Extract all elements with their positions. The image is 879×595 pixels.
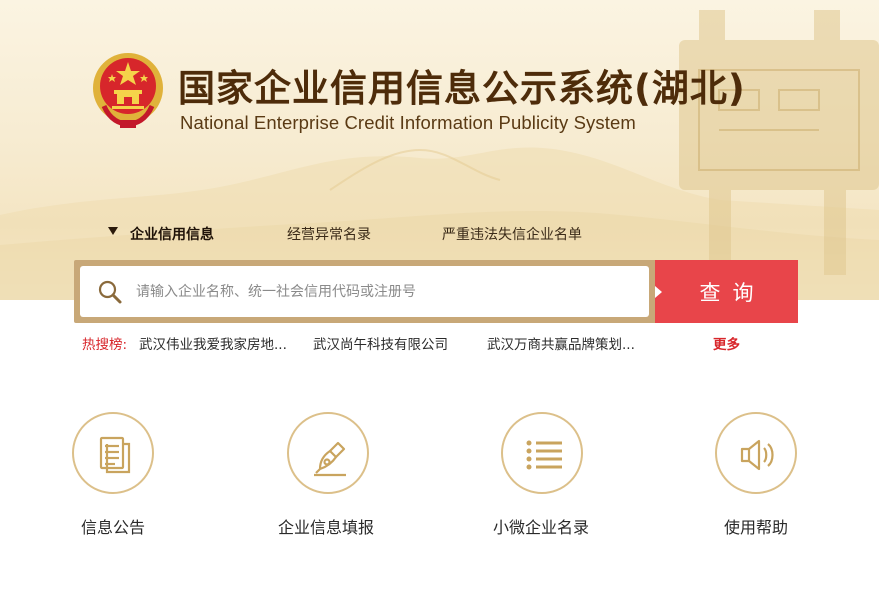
search-button[interactable]: 查询 bbox=[655, 260, 798, 323]
search-icon bbox=[98, 280, 122, 304]
header-banner: 国家企业信用信息公示系统(湖北) National Enterprise Cre… bbox=[0, 0, 879, 300]
function-label: 信息公告 bbox=[81, 518, 146, 537]
tab-label: 严重违法失信企业名单 bbox=[442, 227, 582, 243]
function-circle[interactable] bbox=[715, 412, 797, 494]
tab-abnormal-operation[interactable]: 经营异常名录 bbox=[287, 224, 371, 244]
function-circle[interactable] bbox=[72, 412, 154, 494]
hot-search-item[interactable]: 武汉尚午科技有限公司 bbox=[313, 333, 448, 353]
pen-icon bbox=[314, 441, 346, 477]
triangle-down-icon bbox=[108, 227, 118, 235]
search-input[interactable] bbox=[136, 278, 636, 306]
hot-search-item[interactable]: 武汉伟业我爱我家房地... bbox=[139, 333, 287, 353]
tab-label: 企业信用信息 bbox=[130, 227, 214, 243]
function-label: 小微企业名录 bbox=[493, 518, 590, 537]
bronze-ding-decoration bbox=[679, 10, 879, 275]
more-link[interactable]: 更多 bbox=[713, 333, 740, 353]
tab-serious-violation[interactable]: 严重违法失信企业名单 bbox=[442, 224, 582, 244]
site-title: 国家企业信用信息公示系统(湖北) bbox=[178, 67, 746, 110]
document-icon bbox=[99, 436, 131, 474]
site-title-english: National Enterprise Credit Information P… bbox=[180, 112, 636, 133]
speaker-icon bbox=[740, 439, 774, 471]
search-bar: 查询 bbox=[74, 260, 798, 323]
national-emblem-icon bbox=[93, 53, 163, 128]
hot-search-label: 热搜榜: bbox=[82, 337, 128, 353]
tab-credit-info[interactable]: 企业信用信息 bbox=[108, 224, 214, 244]
hot-search-item[interactable]: 武汉万商共赢品牌策划... bbox=[487, 333, 635, 353]
function-label: 企业信息填报 bbox=[278, 518, 375, 537]
tab-label: 经营异常名录 bbox=[287, 227, 371, 243]
function-circle[interactable] bbox=[287, 412, 369, 494]
list-icon bbox=[526, 440, 562, 470]
search-box bbox=[80, 266, 649, 317]
function-label: 使用帮助 bbox=[724, 518, 789, 537]
function-circle[interactable] bbox=[501, 412, 583, 494]
